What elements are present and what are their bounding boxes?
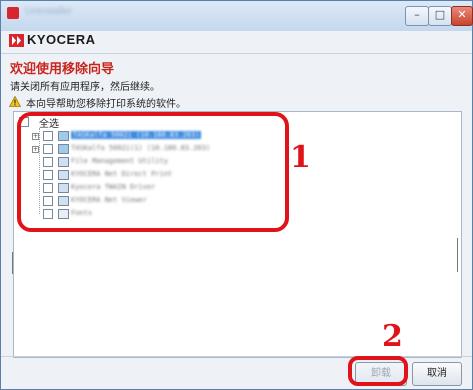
close-button[interactable]: ✕ xyxy=(451,6,473,26)
minimize-button[interactable]: – xyxy=(405,6,429,26)
wizard-info-text: 本向导帮助您移除打印系统的软件。 xyxy=(26,99,186,110)
window-title: Uninstaller xyxy=(25,6,73,17)
callout-highlight-1 xyxy=(17,112,289,232)
kyocera-app-icon xyxy=(7,7,19,19)
kyocera-logo-icon xyxy=(9,34,24,47)
wizard-instruction: 请关闭所有应用程序，然后继续。 xyxy=(10,82,160,93)
callout-number-1: 1 xyxy=(290,140,311,175)
callout-number-2: 2 xyxy=(382,319,403,354)
uninstaller-window: Uninstaller – □ ✕ KYOCERA 欢迎使用移除向导 请关闭所有… xyxy=(0,0,473,390)
panel-edge-marker xyxy=(12,252,13,274)
callout-highlight-2 xyxy=(348,356,408,386)
maximize-button[interactable]: □ xyxy=(428,6,452,26)
warning-icon xyxy=(9,96,21,107)
title-bar[interactable]: Uninstaller – □ ✕ xyxy=(1,1,473,31)
header-divider xyxy=(1,53,472,54)
scrollbar[interactable] xyxy=(457,238,458,272)
cancel-button[interactable]: 取消 xyxy=(412,362,462,386)
wizard-heading: 欢迎使用移除向导 xyxy=(10,62,115,77)
logo-text: KYOCERA xyxy=(27,32,96,47)
